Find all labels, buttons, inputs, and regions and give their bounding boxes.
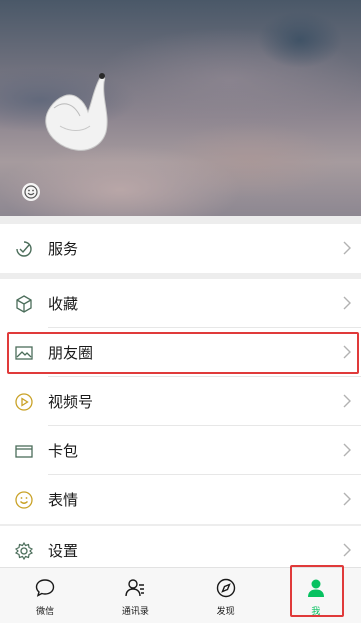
tab-me[interactable]: 我 (271, 568, 361, 623)
menu-item-stickers[interactable]: 表情 (0, 475, 361, 524)
compass-icon (214, 576, 238, 600)
chevron-right-icon (343, 443, 351, 457)
me-person-icon (304, 576, 328, 600)
menu-item-label: 视频号 (48, 393, 94, 411)
menu-item-services[interactable]: 服务 (0, 224, 361, 273)
swan-figure (45, 73, 108, 151)
tab-label: 我 (311, 607, 321, 617)
menu-item-label: 收藏 (48, 295, 79, 313)
menu-item-label: 卡包 (48, 442, 79, 460)
tab-chats[interactable]: 微信 (0, 568, 90, 623)
menu-group-services: 服务 (0, 224, 361, 273)
contacts-icon (123, 576, 147, 600)
sticker-smile-icon (14, 490, 34, 510)
menu-item-channels[interactable]: 视频号 (0, 377, 361, 426)
channels-play-icon (14, 392, 34, 412)
tab-label: 通讯录 (121, 607, 149, 617)
chevron-right-icon (343, 241, 351, 255)
settings-gear-icon (14, 541, 34, 561)
menu-item-moments[interactable]: 朋友圈 (0, 328, 361, 377)
menu-item-favorites[interactable]: 收藏 (0, 279, 361, 328)
bottom-tab-bar: 微信 通讯录 发现 我 (0, 567, 361, 623)
favorites-cube-icon (14, 294, 34, 314)
cover-emoji-button[interactable] (22, 183, 40, 201)
menu-item-label: 服务 (48, 240, 79, 258)
service-check-icon (14, 239, 34, 259)
chat-bubble-icon (33, 576, 57, 600)
menu-item-card-wallet[interactable]: 卡包 (0, 426, 361, 475)
chevron-right-icon (343, 296, 351, 310)
smile-icon (24, 185, 38, 199)
menu-item-label: 设置 (48, 542, 79, 560)
menu-item-label: 表情 (48, 491, 79, 509)
moments-image-icon (14, 343, 34, 363)
profile-cover-image[interactable] (0, 0, 361, 216)
menu-item-label: 朋友圈 (48, 344, 94, 362)
menu-group-main: 收藏 朋友圈 视频号 卡包 表情 (0, 279, 361, 524)
tab-label: 发现 (216, 607, 235, 617)
tab-contacts[interactable]: 通讯录 (90, 568, 180, 623)
card-wallet-icon (14, 441, 34, 461)
tab-discover[interactable]: 发现 (181, 568, 271, 623)
chevron-right-icon (343, 345, 351, 359)
tab-label: 微信 (36, 607, 55, 617)
chevron-right-icon (343, 492, 351, 506)
chevron-right-icon (343, 394, 351, 408)
chevron-right-icon (343, 543, 351, 557)
